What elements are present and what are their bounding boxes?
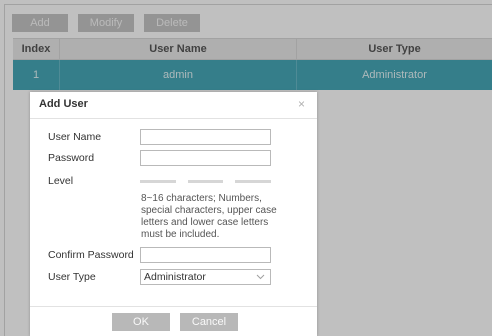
footer-divider bbox=[30, 306, 317, 307]
strength-bar-strong bbox=[235, 180, 272, 183]
password-strength-meter bbox=[140, 180, 272, 183]
dialog-header: Add User × bbox=[30, 92, 317, 118]
user-type-label: User Type bbox=[48, 271, 96, 283]
close-icon[interactable]: × bbox=[298, 97, 305, 111]
confirm-password-input[interactable] bbox=[140, 247, 271, 263]
confirm-password-row: Confirm Password bbox=[48, 247, 298, 265]
dialog-title: Add User bbox=[39, 98, 88, 110]
user-type-select[interactable]: Administrator bbox=[140, 269, 271, 285]
password-hint: 8~16 characters; Numbers, special charac… bbox=[141, 193, 277, 240]
user-name-input[interactable] bbox=[140, 129, 271, 145]
user-name-row: User Name bbox=[48, 129, 298, 147]
user-type-row: User Type Administrator bbox=[48, 269, 298, 287]
password-input[interactable] bbox=[140, 150, 271, 166]
password-row: Password bbox=[48, 150, 298, 168]
ok-button[interactable]: OK bbox=[112, 313, 170, 331]
strength-bar-medium bbox=[187, 180, 224, 183]
header-divider bbox=[30, 118, 317, 119]
confirm-password-label: Confirm Password bbox=[48, 249, 134, 261]
add-user-dialog: Add User × User Name Password Level 8~16… bbox=[30, 92, 317, 336]
cancel-button[interactable]: Cancel bbox=[180, 313, 238, 331]
level-label: Level bbox=[48, 175, 74, 187]
password-label: Password bbox=[48, 152, 95, 164]
user-name-label: User Name bbox=[48, 131, 102, 143]
user-type-selected-value: Administrator bbox=[144, 271, 206, 283]
strength-bar-weak bbox=[140, 180, 176, 183]
chevron-down-icon bbox=[256, 270, 265, 288]
level-row: Level bbox=[48, 173, 298, 191]
